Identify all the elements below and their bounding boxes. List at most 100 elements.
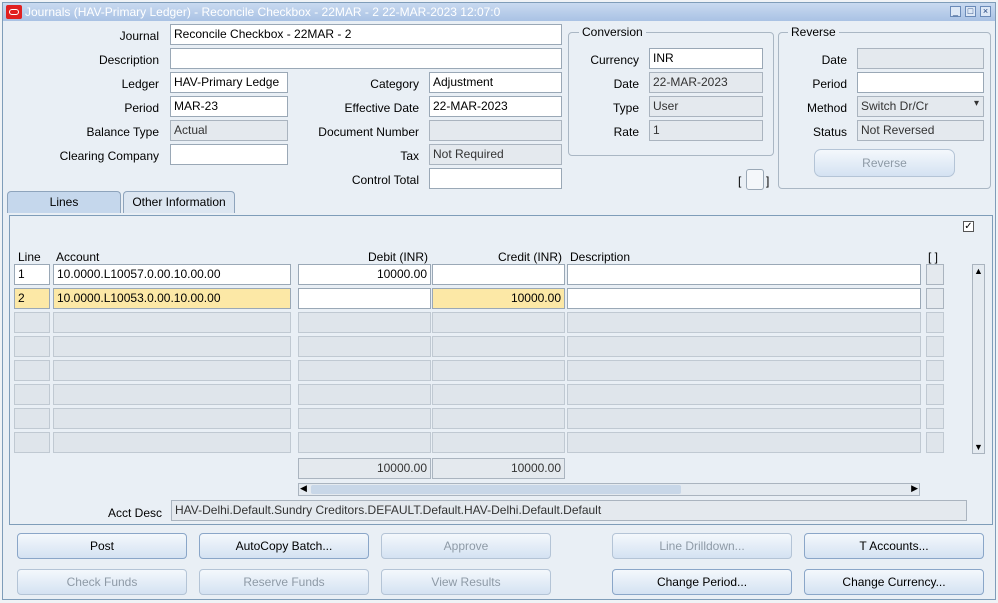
- scroll-down-icon[interactable]: ▼: [974, 442, 983, 452]
- ledger-field[interactable]: HAV-Primary Ledge: [170, 72, 288, 93]
- scroll-up-icon[interactable]: ▲: [974, 266, 983, 276]
- journal-field[interactable]: Reconcile Checkbox - 22MAR - 2: [170, 24, 562, 45]
- currency-field[interactable]: INR: [649, 48, 763, 69]
- scroll-left-icon[interactable]: ◀: [300, 483, 307, 494]
- t-accounts-button[interactable]: T Accounts...: [804, 533, 984, 559]
- category-field[interactable]: Adjustment: [429, 72, 562, 93]
- horizontal-scrollbar[interactable]: ◀ ▶: [298, 483, 920, 496]
- cell-description[interactable]: [567, 312, 921, 333]
- cell-account[interactable]: [53, 336, 291, 357]
- document-number-field[interactable]: [429, 120, 562, 141]
- acct-desc-field: HAV-Delhi.Default.Sundry Creditors.DEFAU…: [171, 500, 967, 521]
- cell-debit[interactable]: [298, 384, 431, 405]
- balance-type-field[interactable]: Actual: [170, 120, 288, 141]
- cell-debit[interactable]: [298, 312, 431, 333]
- cell-account[interactable]: [53, 432, 291, 453]
- cell-credit[interactable]: [432, 336, 565, 357]
- effective-date-label: Effective Date: [344, 101, 419, 115]
- bracket-close: ]: [766, 174, 770, 188]
- line-drilldown-button[interactable]: Line Drilldown...: [612, 533, 792, 559]
- conversion-date-field[interactable]: 22-MAR-2023: [649, 72, 763, 93]
- effective-date-field[interactable]: 22-MAR-2023: [429, 96, 562, 117]
- scroll-thumb[interactable]: [311, 485, 681, 494]
- cell-flex[interactable]: [926, 432, 944, 453]
- cell-line[interactable]: [14, 432, 50, 453]
- title-bar[interactable]: Journals (HAV-Primary Ledger) - Reconcil…: [3, 3, 995, 21]
- cell-flex[interactable]: [926, 288, 944, 309]
- cell-description[interactable]: [567, 408, 921, 429]
- cell-flex[interactable]: [926, 336, 944, 357]
- status-field[interactable]: Not Reversed: [857, 120, 984, 141]
- cell-flex[interactable]: [926, 312, 944, 333]
- reverse-button[interactable]: Reverse: [814, 149, 955, 177]
- cell-credit[interactable]: [432, 264, 565, 285]
- cell-line[interactable]: [14, 336, 50, 357]
- cell-debit[interactable]: 10000.00: [298, 264, 431, 285]
- cell-credit[interactable]: [432, 384, 565, 405]
- cell-flex[interactable]: [926, 264, 944, 285]
- reserve-funds-button[interactable]: Reserve Funds: [199, 569, 369, 595]
- cell-description[interactable]: [567, 360, 921, 381]
- post-button[interactable]: Post: [17, 533, 187, 559]
- scroll-right-icon[interactable]: ▶: [911, 483, 918, 494]
- control-total-field[interactable]: [429, 168, 562, 189]
- cell-credit[interactable]: [432, 360, 565, 381]
- cell-debit[interactable]: [298, 408, 431, 429]
- description-field[interactable]: [170, 48, 562, 69]
- cell-line[interactable]: 2: [14, 288, 50, 309]
- cell-debit[interactable]: [298, 432, 431, 453]
- cell-description[interactable]: [567, 264, 921, 285]
- approve-button[interactable]: Approve: [381, 533, 551, 559]
- cell-line[interactable]: [14, 360, 50, 381]
- method-select[interactable]: Switch Dr/Cr ▾: [857, 96, 984, 117]
- rate-field[interactable]: 1: [649, 120, 763, 141]
- checkbox-icon[interactable]: ✓: [963, 221, 974, 232]
- conversion-type-field[interactable]: User: [649, 96, 763, 117]
- clearing-company-field[interactable]: [170, 144, 288, 165]
- cell-account[interactable]: [53, 384, 291, 405]
- period-field[interactable]: MAR-23: [170, 96, 288, 117]
- view-results-button[interactable]: View Results: [381, 569, 551, 595]
- autocopy-batch-button[interactable]: AutoCopy Batch...: [199, 533, 369, 559]
- minimize-icon[interactable]: _: [950, 6, 961, 17]
- cell-line[interactable]: [14, 408, 50, 429]
- cell-debit[interactable]: [298, 288, 431, 309]
- cell-flex[interactable]: [926, 384, 944, 405]
- cell-flex[interactable]: [926, 408, 944, 429]
- cell-flex[interactable]: [926, 360, 944, 381]
- reverse-period-field[interactable]: [857, 72, 984, 93]
- tab-lines[interactable]: Lines: [7, 191, 121, 213]
- cell-credit[interactable]: [432, 408, 565, 429]
- cell-line[interactable]: [14, 312, 50, 333]
- tax-field[interactable]: Not Required: [429, 144, 562, 165]
- descriptive-flexfield[interactable]: [746, 169, 764, 190]
- cell-account[interactable]: [53, 408, 291, 429]
- cell-credit[interactable]: 10000.00: [432, 288, 565, 309]
- cell-credit[interactable]: [432, 312, 565, 333]
- journal-label: Journal: [119, 29, 159, 43]
- change-period-button[interactable]: Change Period...: [612, 569, 792, 595]
- cell-description[interactable]: [567, 336, 921, 357]
- cell-account[interactable]: [53, 360, 291, 381]
- cell-description[interactable]: [567, 288, 921, 309]
- cell-debit[interactable]: [298, 360, 431, 381]
- change-currency-button[interactable]: Change Currency...: [804, 569, 984, 595]
- vertical-scrollbar[interactable]: ▲ ▼: [972, 264, 985, 454]
- maximize-icon[interactable]: □: [965, 6, 976, 17]
- check-funds-button[interactable]: Check Funds: [17, 569, 187, 595]
- cell-account[interactable]: 10.0000.L10053.0.00.10.00.00: [53, 288, 291, 309]
- col-account-header: Account: [56, 250, 100, 264]
- tab-other-information[interactable]: Other Information: [123, 191, 235, 213]
- cell-line[interactable]: 1: [14, 264, 50, 285]
- total-debit: 10000.00: [298, 458, 431, 479]
- cell-credit[interactable]: [432, 432, 565, 453]
- cell-description[interactable]: [567, 384, 921, 405]
- cell-debit[interactable]: [298, 336, 431, 357]
- cell-line[interactable]: [14, 384, 50, 405]
- cell-account[interactable]: [53, 312, 291, 333]
- chevron-down-icon[interactable]: ▾: [974, 98, 979, 109]
- close-icon[interactable]: ×: [980, 6, 991, 17]
- cell-account[interactable]: 10.0000.L10057.0.00.10.00.00: [53, 264, 291, 285]
- cell-description[interactable]: [567, 432, 921, 453]
- reverse-date-field[interactable]: [857, 48, 984, 69]
